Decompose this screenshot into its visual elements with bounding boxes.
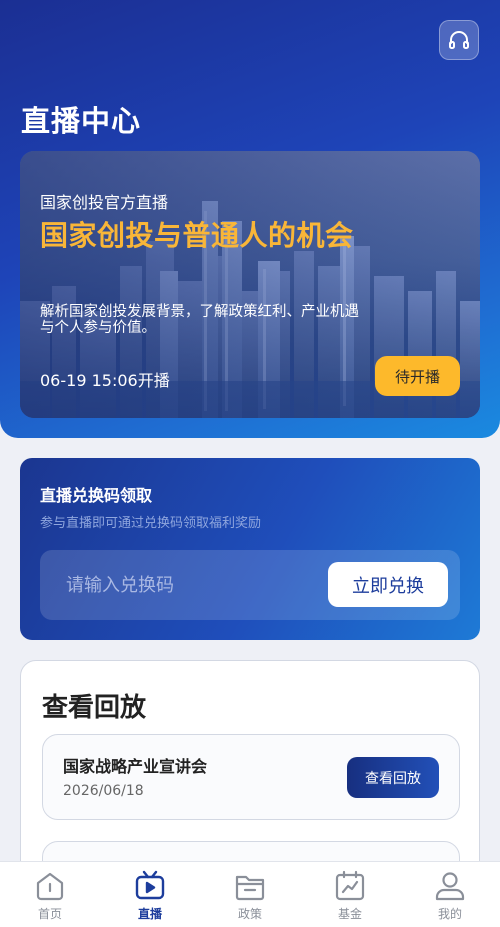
home-icon bbox=[36, 872, 64, 901]
tab-profile-label: 我的 bbox=[437, 907, 462, 921]
live-description: 解析国家创投发展背景，了解政策红利、产业机遇与个人参与价值。 bbox=[40, 304, 359, 336]
tab-fund[interactable]: 基金 bbox=[300, 862, 400, 922]
tab-policy[interactable]: 政策 bbox=[200, 862, 300, 922]
bottom-tab-bar: 首页 直播 政策 基金 我的 bbox=[0, 861, 500, 927]
live-title: 国家创投与普通人的机会 bbox=[40, 219, 354, 252]
redeem-title: 直播兑换码领取 bbox=[40, 486, 153, 505]
tab-live[interactable]: 直播 bbox=[100, 862, 200, 922]
hero-header: 直播中心 国家创投官方直播 国家创投与普通人的机会 解析国家创投发展背景，了解政… bbox=[0, 0, 500, 438]
redeem-code-input[interactable] bbox=[40, 550, 330, 620]
live-start-time: 06-19 15:06开播 bbox=[40, 371, 170, 390]
replay-item-date: 2026/06/18 bbox=[63, 783, 144, 799]
tab-fund-label: 基金 bbox=[337, 907, 362, 921]
tab-home-label: 首页 bbox=[37, 907, 62, 921]
tab-profile[interactable]: 我的 bbox=[400, 862, 500, 922]
tab-home[interactable]: 首页 bbox=[0, 862, 100, 922]
live-tv-icon bbox=[135, 870, 165, 900]
live-subtitle: 国家创投官方直播 bbox=[40, 193, 169, 212]
live-card[interactable]: 国家创投官方直播 国家创投与普通人的机会 解析国家创投发展背景，了解政策红利、产… bbox=[20, 151, 480, 418]
replay-item[interactable]: 国家战略产业宣讲会 2026/06/18 查看回放 bbox=[42, 734, 460, 820]
folder-icon bbox=[235, 875, 265, 901]
user-icon bbox=[435, 872, 465, 901]
redeem-subtitle: 参与直播即可通过兑换码领取福利奖励 bbox=[40, 516, 262, 531]
live-status-button[interactable]: 待开播 bbox=[375, 356, 460, 396]
chart-icon bbox=[335, 870, 365, 901]
tab-live-label: 直播 bbox=[137, 907, 162, 921]
redeem-code-panel: 直播兑换码领取 参与直播即可通过兑换码领取福利奖励 立即兑换 bbox=[20, 458, 480, 640]
watch-replay-button[interactable]: 查看回放 bbox=[347, 757, 439, 798]
page-title: 直播中心 bbox=[21, 104, 142, 138]
headset-icon bbox=[449, 31, 469, 49]
replay-item-title: 国家战略产业宣讲会 bbox=[63, 757, 208, 776]
replay-title: 查看回放 bbox=[42, 693, 147, 723]
tab-policy-label: 政策 bbox=[237, 907, 262, 921]
headset-button[interactable] bbox=[439, 20, 479, 60]
redeem-input-box: 立即兑换 bbox=[40, 550, 460, 620]
redeem-button[interactable]: 立即兑换 bbox=[328, 562, 448, 607]
